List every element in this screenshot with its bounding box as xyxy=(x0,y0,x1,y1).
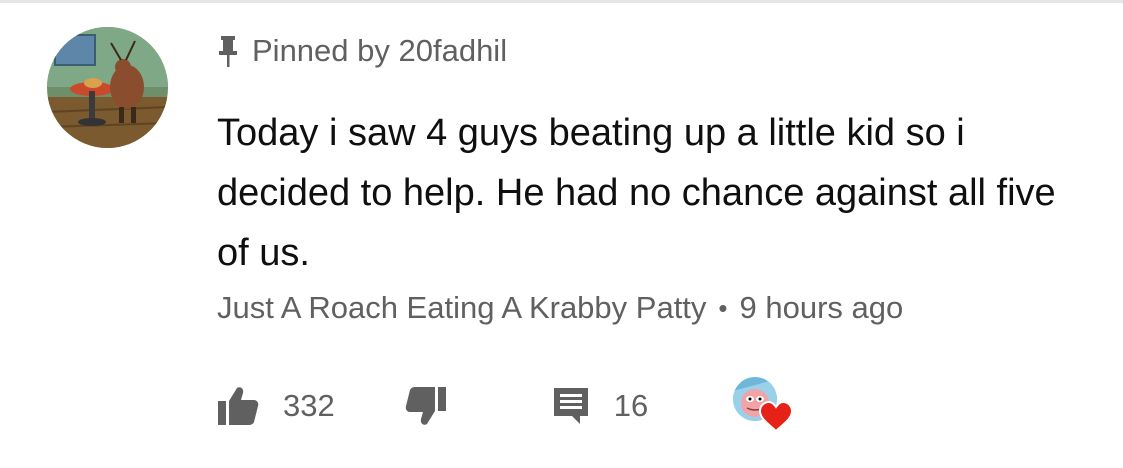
dislike-button[interactable] xyxy=(405,386,447,426)
avatar[interactable] xyxy=(47,27,168,148)
comment-text: Today i saw 4 guys beating up a little k… xyxy=(217,112,1056,274)
pinned-label: Pinned by 20fadhil xyxy=(252,33,508,68)
like-button[interactable]: 332 xyxy=(217,386,335,426)
avatar-image xyxy=(47,27,168,148)
like-count: 332 xyxy=(283,388,335,423)
thumbs-up-icon xyxy=(218,387,259,425)
comment-icon xyxy=(553,388,588,424)
thumbs-down-icon xyxy=(405,387,446,425)
comment-meta: Just A Roach Eating A Krabby Patty • 9 h… xyxy=(217,286,903,330)
top-divider xyxy=(0,0,1123,3)
reply-count: 16 xyxy=(613,388,649,423)
comment-author[interactable]: Just A Roach Eating A Krabby Patty xyxy=(217,290,706,326)
meta-separator: • xyxy=(718,292,728,323)
pin-icon xyxy=(219,36,237,67)
heart-icon xyxy=(759,401,794,433)
reply-button[interactable]: 16 xyxy=(552,386,648,426)
comment-actions: 332 16 xyxy=(217,377,794,433)
pinned-indicator: Pinned by 20fadhil xyxy=(218,30,507,72)
creator-heart-badge xyxy=(733,377,794,435)
comment-time[interactable]: 9 hours ago xyxy=(740,290,904,326)
